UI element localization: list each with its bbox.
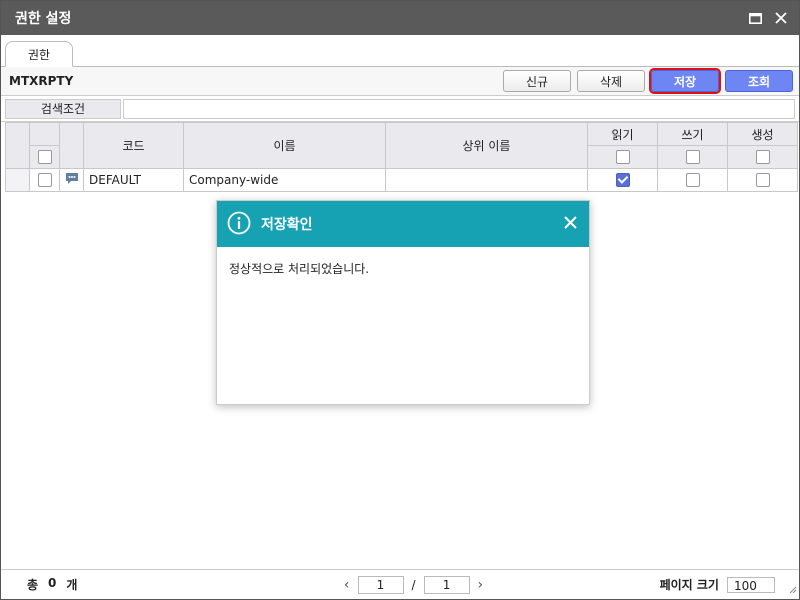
read-all-checkbox[interactable] (615, 150, 630, 165)
toolbar: MTXRPTY 신규 삭제 저장 조회 (1, 67, 799, 96)
parent-name-column-header[interactable]: 상위 이름 (385, 122, 588, 169)
grid-footer: 총 0 개 ‹ 1 / 1 › 페이지 크기 100 (1, 569, 799, 599)
memo-cell (59, 168, 84, 192)
prev-page-icon[interactable]: ‹ (344, 577, 350, 593)
select-all-checkbox[interactable] (37, 150, 52, 165)
tab-bar: 권한 (1, 35, 799, 67)
info-icon (227, 211, 251, 238)
select-header-top (29, 122, 60, 146)
search-condition-row: 검색조건 (1, 96, 799, 122)
tab-permission[interactable]: 권한 (5, 41, 73, 67)
search-condition-input[interactable] (123, 98, 795, 119)
read-cell (587, 168, 658, 192)
dialog-header: 저장확인 (217, 201, 589, 247)
maximize-icon[interactable] (747, 10, 763, 26)
permission-settings-window: 권한 설정 권한 MTXRPTY 신규 삭제 저장 조회 검색조건 코드 이름 … (0, 0, 800, 600)
write-all-checkbox[interactable] (685, 150, 700, 165)
page-size-label: 페이지 크기 (659, 578, 719, 592)
row-select-checkbox[interactable] (37, 173, 52, 188)
memo-header (59, 122, 84, 169)
write-all-cell (657, 145, 728, 169)
select-all-cell (29, 145, 60, 169)
page-size: 페이지 크기 100 (660, 576, 775, 593)
current-page-input[interactable]: 1 (357, 575, 404, 594)
resize-grip-icon[interactable] (789, 583, 797, 597)
row-select-cell (29, 168, 60, 192)
pager: ‹ 1 / 1 › (344, 575, 484, 594)
dialog-title-group: 저장확인 (227, 211, 313, 238)
permission-grid: 코드 이름 상위 이름 읽기 쓰기 생성 DEFAULT Company-wid… (5, 122, 798, 192)
total-value: 0 (48, 576, 57, 590)
total-pages: 1 (423, 575, 470, 594)
create-checkbox[interactable] (755, 173, 770, 188)
row-indicator (5, 168, 30, 192)
dialog-body: 정상적으로 처리되었습니다. (217, 247, 589, 290)
save-confirm-dialog: 저장확인 정상적으로 처리되었습니다. (216, 200, 590, 405)
delete-button[interactable]: 삭제 (577, 70, 645, 92)
read-column-header[interactable]: 읽기 (587, 122, 658, 146)
search-condition-label: 검색조건 (5, 98, 121, 119)
window-controls (747, 10, 789, 26)
next-page-icon[interactable]: › (478, 577, 484, 593)
read-all-cell (587, 145, 658, 169)
new-button[interactable]: 신규 (503, 70, 571, 92)
close-icon[interactable] (773, 10, 789, 26)
total-unit: 개 (66, 578, 78, 592)
window-title: 권한 설정 (15, 11, 72, 27)
tab-label: 권한 (27, 47, 51, 62)
table-row[interactable]: DEFAULT Company-wide (5, 168, 798, 192)
parent-name-cell[interactable] (385, 168, 588, 192)
row-indicator-header (5, 122, 30, 169)
page-size-input[interactable]: 100 (726, 576, 775, 593)
create-all-checkbox[interactable] (755, 150, 770, 165)
create-column-header[interactable]: 생성 (727, 122, 798, 146)
name-column-header[interactable]: 이름 (183, 122, 386, 169)
name-cell[interactable]: Company-wide (183, 168, 386, 192)
total-count: 총 0 개 (27, 576, 77, 593)
write-column-header[interactable]: 쓰기 (657, 122, 728, 146)
code-column-header[interactable]: 코드 (83, 122, 184, 169)
dialog-close-icon[interactable] (564, 216, 577, 232)
read-checkbox[interactable] (615, 173, 630, 188)
comment-icon[interactable] (65, 173, 79, 188)
search-button[interactable]: 조회 (725, 70, 793, 92)
dialog-message: 정상적으로 처리되었습니다. (229, 262, 370, 276)
write-cell (657, 168, 728, 192)
save-button[interactable]: 저장 (649, 68, 721, 94)
write-checkbox[interactable] (685, 173, 700, 188)
code-cell[interactable]: DEFAULT (83, 168, 184, 192)
page-separator: / (411, 577, 416, 592)
create-cell (727, 168, 798, 192)
screen-code: MTXRPTY (9, 74, 74, 88)
title-bar: 권한 설정 (1, 1, 799, 35)
total-label: 총 (27, 578, 39, 592)
create-all-cell (727, 145, 798, 169)
toolbar-buttons: 신규 삭제 저장 조회 (503, 68, 793, 94)
dialog-title: 저장확인 (261, 217, 313, 233)
